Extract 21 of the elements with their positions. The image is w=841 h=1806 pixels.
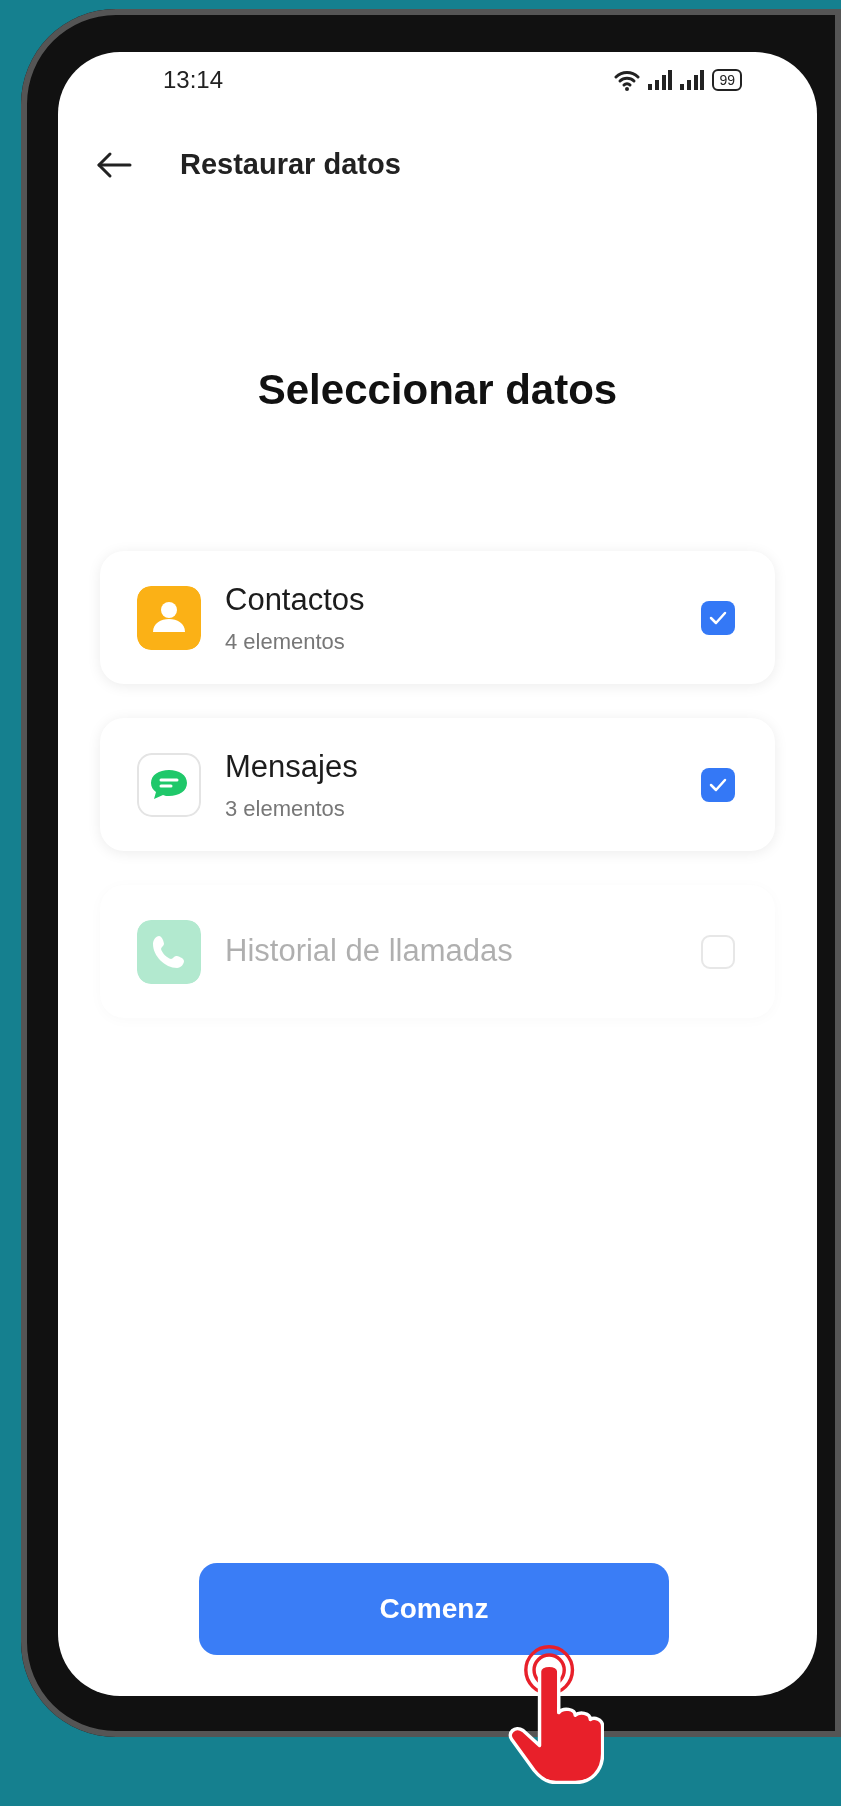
signal-icon	[680, 70, 705, 90]
back-arrow-icon[interactable]	[96, 151, 132, 179]
battery-level: 99	[712, 69, 742, 91]
page-title: Restaurar datos	[180, 147, 401, 183]
item-name: Mensajes	[225, 747, 359, 786]
section-heading: Seleccionar datos	[256, 365, 619, 415]
status-time: 13:14	[163, 65, 224, 95]
start-button[interactable]: Comenz	[199, 1563, 669, 1655]
item-name: Historial de llamadas	[225, 932, 514, 971]
data-item-card[interactable]: Mensajes 3 elementos	[100, 718, 775, 851]
person-app-icon	[137, 585, 201, 650]
chat-bubble-app-icon	[137, 752, 201, 817]
item-count: 4 elementos	[225, 628, 346, 657]
wifi-icon	[614, 69, 641, 91]
signal-icon	[648, 70, 673, 90]
phone-app-icon	[137, 919, 201, 984]
checkbox[interactable]	[701, 767, 735, 802]
checkbox[interactable]	[701, 600, 735, 635]
item-name: Contactos	[225, 580, 366, 619]
item-count: 3 elementos	[225, 795, 346, 824]
data-item-card[interactable]: Contactos 4 elementos	[100, 551, 775, 684]
